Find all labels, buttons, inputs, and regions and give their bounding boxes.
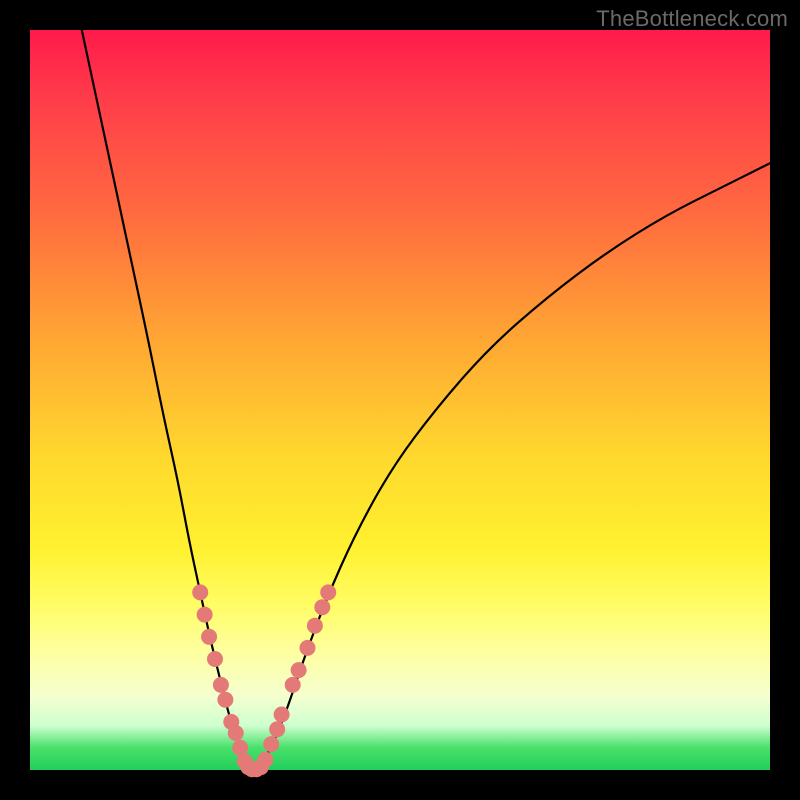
chart-plot-area [30, 30, 770, 770]
chart-svg [30, 30, 770, 770]
curve-marker [263, 736, 279, 752]
curve-marker [314, 599, 330, 615]
curve-marker [320, 584, 336, 600]
curve-marker [192, 584, 208, 600]
curve-marker [201, 629, 217, 645]
curve-marker [285, 677, 301, 693]
curve-marker [228, 725, 244, 741]
curve-marker [207, 651, 223, 667]
right-curve-path [259, 163, 770, 770]
curve-marker [300, 640, 316, 656]
curve-marker [197, 607, 213, 623]
curve-marker [257, 752, 273, 768]
curve-marker [269, 721, 285, 737]
watermark-text: TheBottleneck.com [596, 6, 788, 32]
curve-marker [291, 662, 307, 678]
left-curve-path [82, 30, 249, 770]
curve-marker [274, 707, 290, 723]
curve-marker [217, 692, 233, 708]
curve-marker [307, 618, 323, 634]
marker-group [192, 584, 336, 777]
curve-marker [213, 677, 229, 693]
